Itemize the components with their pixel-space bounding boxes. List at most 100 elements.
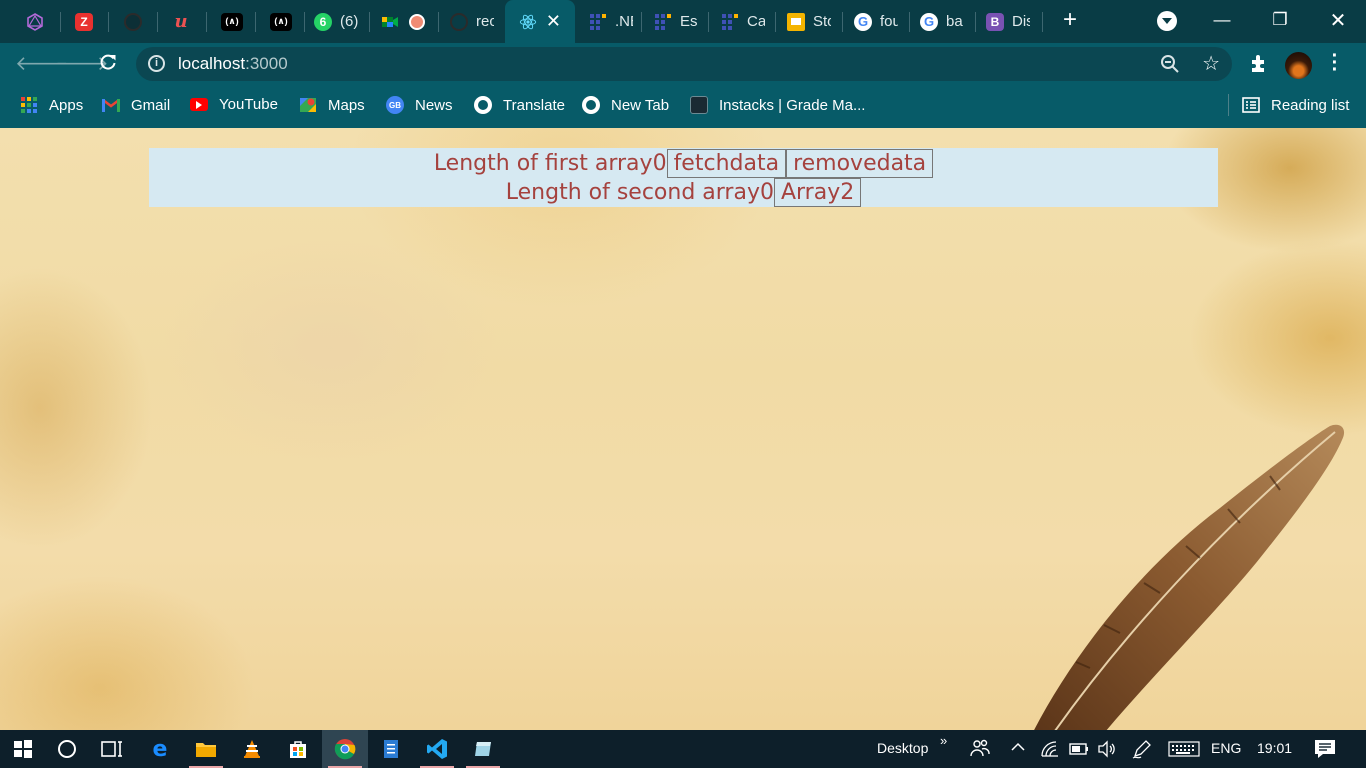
bookmark-youtube[interactable]: YouTube (190, 96, 278, 113)
language-indicator[interactable]: ENG (1211, 740, 1241, 756)
clock[interactable]: 19:01 (1257, 740, 1292, 756)
tab-github[interactable] (110, 0, 156, 43)
people-icon[interactable] (970, 738, 990, 761)
bookmark-gmail[interactable]: Gmail (102, 96, 170, 114)
tab-search-icon[interactable] (1157, 11, 1177, 31)
chrome-taskbar-button[interactable] (322, 730, 368, 768)
profile-avatar[interactable] (1285, 52, 1312, 79)
first-array-label: Length of first array (433, 151, 653, 176)
bookmark-label: Instacks | Grade Ma... (719, 96, 866, 114)
bookmark-label: Maps (328, 96, 365, 114)
wifi-icon[interactable] (1040, 740, 1060, 761)
tab-codepen-1[interactable]: (∧) (207, 0, 253, 43)
page-viewport: Length of first array 0 fetchdata removeda… (0, 128, 1366, 730)
close-icon[interactable]: ✕ (546, 11, 561, 32)
tab-udemy[interactable]: u (158, 0, 204, 43)
bookmark-label: Apps (49, 96, 84, 114)
news-icon: GB (386, 96, 404, 114)
start-button[interactable] (0, 730, 46, 768)
instacks-icon (690, 96, 708, 114)
reading-list-icon (1242, 96, 1260, 114)
chevron-right-icon[interactable]: » (940, 733, 947, 748)
forward-button[interactable]: 🡒 (55, 52, 109, 76)
new-tab-button[interactable]: + (1058, 8, 1082, 34)
info-icon[interactable]: i (148, 55, 165, 72)
graphql-icon (26, 12, 44, 31)
fetchdata-button[interactable]: fetchdata (666, 149, 787, 178)
menu-icon[interactable]: · · · (1330, 46, 1340, 80)
codepen-icon: (∧) (270, 12, 292, 31)
bookmark-star-icon[interactable]: ☆ (1202, 51, 1220, 76)
globe-icon (474, 96, 492, 114)
removedata-button[interactable]: removedata (786, 149, 934, 178)
vscode-icon (427, 739, 447, 759)
bookmark-instacks[interactable]: Instacks | Grade Ma... (690, 96, 865, 114)
tab-whatsapp[interactable]: 6 (6) (300, 0, 368, 43)
bookmark-new-tab[interactable]: New Tab (582, 96, 669, 114)
vlc-button[interactable] (229, 730, 275, 768)
youtube-icon (190, 98, 208, 111)
tab-zoho[interactable]: Z (61, 0, 107, 43)
task-view-button[interactable] (89, 730, 135, 768)
back-button[interactable]: 🡐 (15, 52, 69, 76)
close-window-button[interactable]: ✕ (1309, 0, 1366, 40)
bookmark-maps[interactable]: Maps (299, 96, 365, 114)
file-explorer-button[interactable] (183, 730, 229, 768)
vlc-icon (244, 740, 260, 758)
tab-ess[interactable]: Ess (640, 0, 708, 43)
minimize-button[interactable]: — (1193, 0, 1251, 40)
notifications-icon[interactable] (1314, 739, 1336, 762)
udemy-icon: u (174, 11, 188, 32)
edge-icon: e (152, 736, 168, 762)
reading-list-button[interactable]: Reading list (1242, 96, 1349, 114)
chevron-up-icon[interactable] (1010, 739, 1026, 758)
google-icon: G (854, 12, 872, 31)
google-icon: G (920, 12, 938, 31)
second-array-row: Length of second array 0 Array2 (149, 178, 1218, 207)
google-meet-icon (381, 13, 399, 31)
app-taskbar-button[interactable] (460, 730, 506, 768)
store-button[interactable] (275, 730, 321, 768)
tab-google-ba[interactable]: G ba (906, 0, 974, 43)
app-icon (475, 742, 491, 756)
zoho-icon: Z (75, 12, 93, 31)
tab-title: rec (476, 13, 494, 30)
globe-icon (582, 96, 600, 114)
tab-bootstrap[interactable]: B Dis (972, 0, 1040, 43)
tab-codepen-2[interactable]: (∧) (256, 0, 302, 43)
tab-slides[interactable]: Sto (773, 0, 841, 43)
task-view-icon (101, 741, 122, 757)
zoom-out-icon[interactable] (1160, 54, 1180, 74)
bookmark-news[interactable]: GB News (386, 96, 453, 114)
tab-title: fou (880, 13, 898, 30)
keyboard-icon[interactable] (1168, 741, 1200, 760)
extensions-icon[interactable] (1248, 52, 1270, 74)
pen-icon[interactable] (1132, 739, 1152, 762)
volume-icon[interactable] (1097, 740, 1117, 761)
url-port: :3000 (245, 54, 288, 73)
bookmark-apps[interactable]: Apps (20, 96, 83, 114)
restore-button[interactable]: ❐ (1251, 0, 1309, 40)
address-bar[interactable]: i localhost:3000 ☆ (136, 47, 1232, 81)
notepad-button[interactable] (368, 730, 414, 768)
feather-quill-image (1034, 424, 1345, 730)
folder-icon (196, 743, 216, 757)
desktop-toolbar-label[interactable]: Desktop (877, 740, 928, 756)
tab-graphql[interactable] (12, 0, 58, 43)
bookmarks-bar: Apps Gmail YouTube Maps GB News Translat… (0, 85, 1366, 128)
url-text[interactable]: localhost:3000 (178, 54, 288, 74)
tab-net[interactable]: .NE (575, 0, 641, 43)
search-button[interactable] (44, 730, 90, 768)
tab-title: Dis (1012, 13, 1030, 30)
tab-ca[interactable]: Ca (707, 0, 775, 43)
reload-button[interactable] (96, 52, 120, 76)
bookmark-translate[interactable]: Translate (474, 96, 565, 114)
vscode-button[interactable] (414, 730, 460, 768)
array2-button[interactable]: Array2 (773, 178, 862, 207)
tab-react-active[interactable]: ✕ (505, 0, 575, 43)
tab-google-fou[interactable]: G fou (840, 0, 908, 43)
edge-taskbar-button[interactable]: e (137, 730, 183, 768)
tab-github-rec[interactable]: rec (436, 0, 504, 43)
tab-google-meet[interactable] (367, 0, 437, 43)
battery-icon[interactable] (1069, 742, 1089, 759)
